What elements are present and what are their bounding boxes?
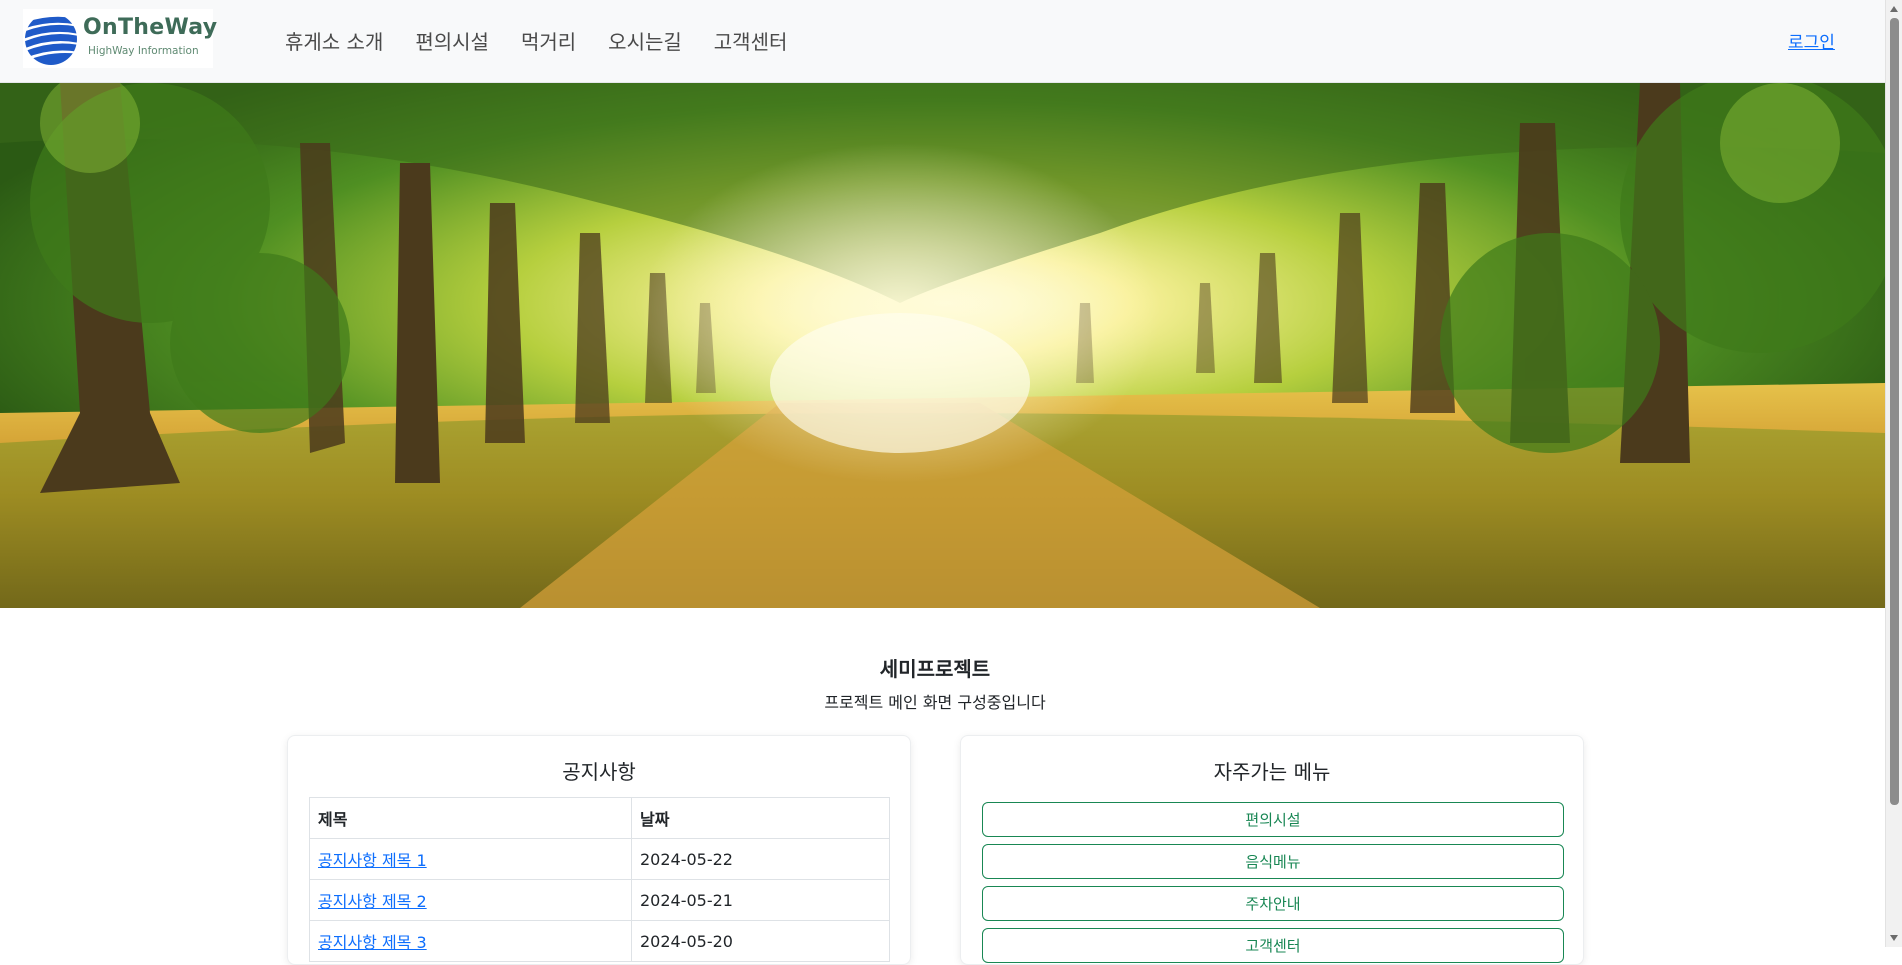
notice-date: 2024-05-20 — [631, 920, 890, 962]
table-row: 공지사항 제목 3 2024-05-20 — [309, 920, 890, 962]
nav-item-directions[interactable]: 오시는길 — [608, 26, 682, 55]
login-link[interactable]: 로그인 — [1788, 28, 1835, 53]
notice-link[interactable]: 공지사항 제목 3 — [318, 933, 427, 952]
nav-item-food[interactable]: 먹거리 — [521, 26, 576, 55]
hero-banner-image — [0, 83, 1885, 608]
column-header-title: 제목 — [309, 797, 632, 839]
notice-title-cell: 공지사항 제목 3 — [309, 920, 632, 962]
quick-menu-title: 자주가는 메뉴 — [1213, 760, 1331, 784]
notice-date: 2024-05-22 — [631, 838, 890, 880]
notice-card: 공지사항 제목 날짜 공지사항 제목 1 2024-05-22 공지사항 제목 … — [287, 735, 911, 965]
logo-title: OnTheWay — [83, 15, 218, 40]
site-logo[interactable]: OnTheWay HighWay Information — [23, 9, 217, 68]
scrollbar-thumb[interactable] — [1890, 18, 1899, 805]
intro-subtitle: 프로젝트 메인 화면 구성중입니다 — [824, 693, 1046, 712]
nav-item-customer-center[interactable]: 고객센터 — [714, 26, 788, 55]
quick-button-customer-center[interactable]: 고객센터 — [982, 928, 1564, 963]
scroll-up-arrow-icon[interactable] — [1890, 6, 1898, 12]
page-scrollbar[interactable] — [1885, 0, 1902, 947]
nav-item-rest-area-intro[interactable]: 휴게소 소개 — [285, 26, 383, 55]
table-header-row: 제목 날짜 — [309, 797, 890, 839]
notice-title-cell: 공지사항 제목 2 — [309, 879, 632, 921]
table-row: 공지사항 제목 1 2024-05-22 — [309, 838, 890, 880]
notice-table: 제목 날짜 공지사항 제목 1 2024-05-22 공지사항 제목 2 202… — [309, 797, 890, 962]
quick-menu-card: 자주가는 메뉴 편의시설 음식메뉴 주차안내 고객센터 — [960, 735, 1584, 965]
site-header: OnTheWay HighWay Information 휴게소 소개 편의시설… — [0, 0, 1885, 83]
scroll-down-arrow-icon[interactable] — [1890, 935, 1898, 941]
column-header-date: 날짜 — [631, 797, 890, 839]
notice-title: 공지사항 — [562, 760, 636, 784]
quick-button-parking[interactable]: 주차안내 — [982, 886, 1564, 921]
table-row: 공지사항 제목 2 2024-05-21 — [309, 879, 890, 921]
main-nav: 휴게소 소개 편의시설 먹거리 오시는길 고객센터 — [285, 0, 819, 80]
quick-button-food-menu[interactable]: 음식메뉴 — [982, 844, 1564, 879]
logo-subtitle: HighWay Information — [88, 45, 199, 57]
nav-item-facilities[interactable]: 편의시설 — [415, 26, 489, 55]
notice-title-cell: 공지사항 제목 1 — [309, 838, 632, 880]
notice-date: 2024-05-21 — [631, 879, 890, 921]
notice-link[interactable]: 공지사항 제목 1 — [318, 851, 427, 870]
quick-button-facilities[interactable]: 편의시설 — [982, 802, 1564, 837]
notice-link[interactable]: 공지사항 제목 2 — [318, 892, 427, 911]
intro-title: 세미프로젝트 — [879, 657, 991, 681]
